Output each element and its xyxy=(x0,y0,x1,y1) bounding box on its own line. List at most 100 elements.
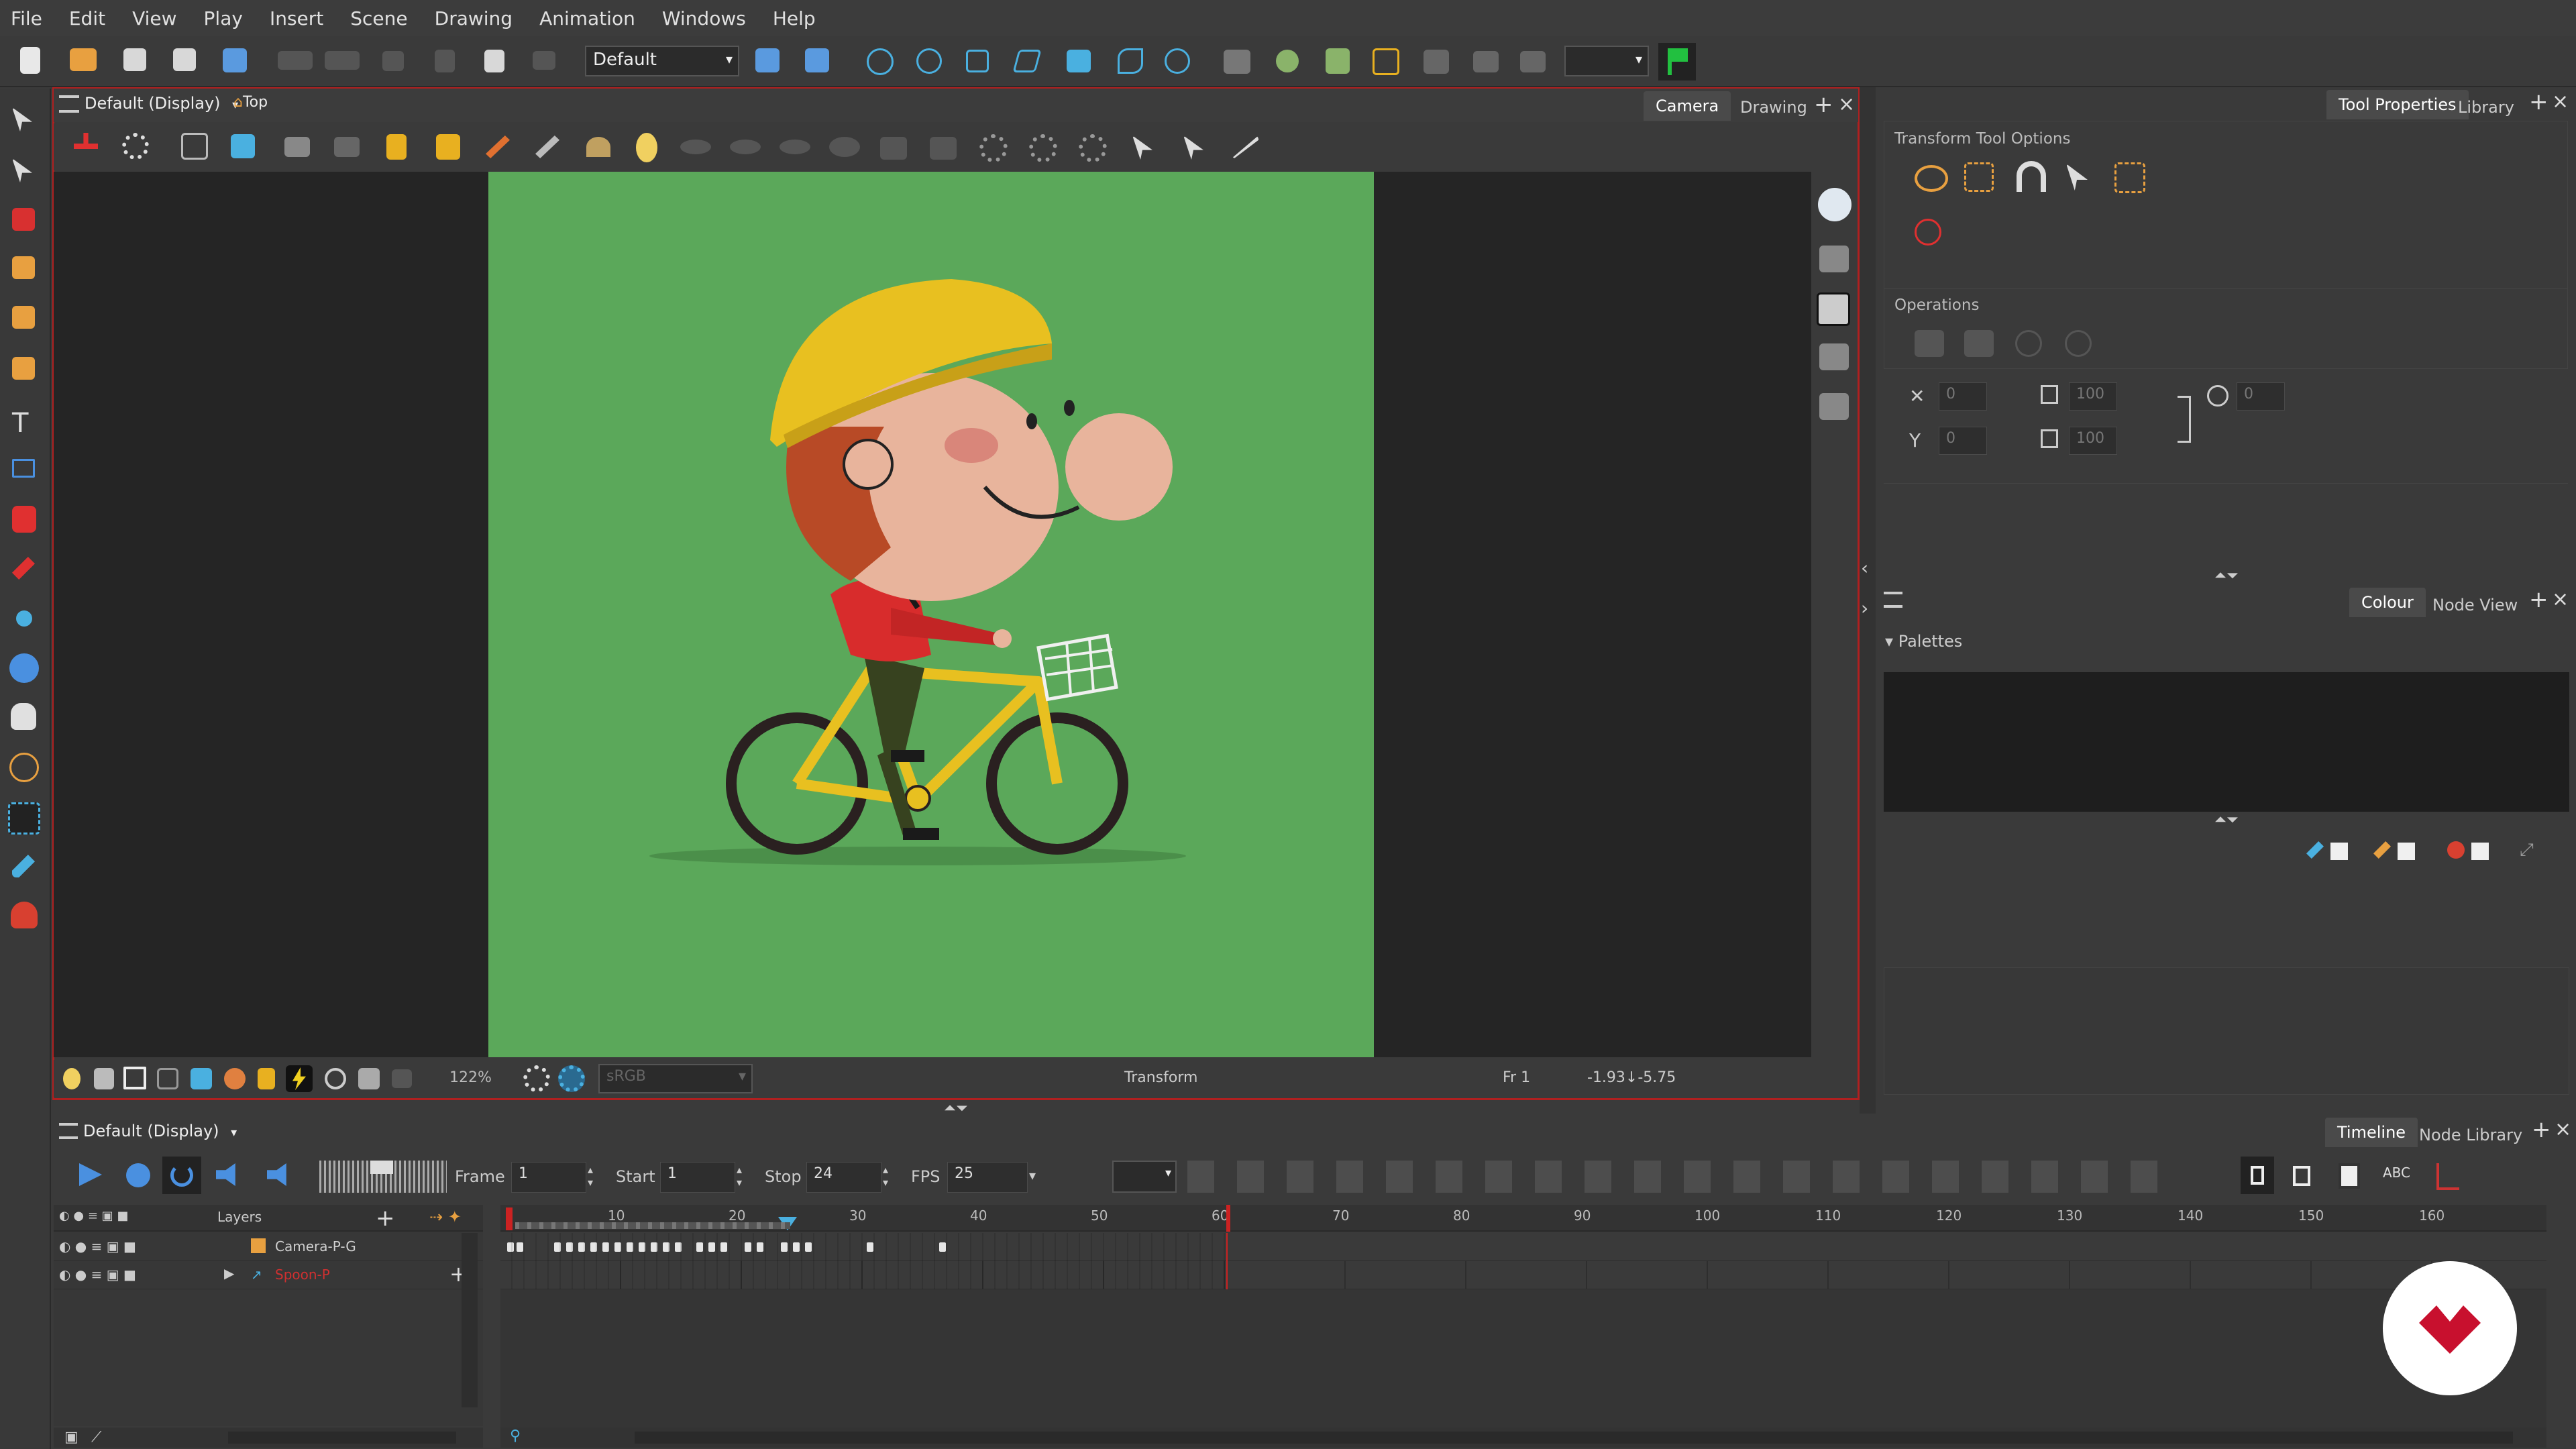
red-key-icon[interactable] xyxy=(2436,1163,2459,1190)
frame-icon[interactable] xyxy=(123,1067,146,1089)
grid-snap-icon[interactable] xyxy=(1473,51,1499,72)
brush-colour-icon[interactable] xyxy=(2373,841,2391,859)
marquee-icon[interactable] xyxy=(1964,162,1994,192)
pencil-tool-icon[interactable] xyxy=(12,256,35,279)
disc-icon-3[interactable] xyxy=(780,140,810,154)
settings-gear-icon[interactable] xyxy=(122,133,149,160)
layers-icon-4[interactable] xyxy=(1819,393,1849,420)
snap-magnet-icon[interactable] xyxy=(2017,161,2046,192)
workspace-select[interactable]: Default ▾ xyxy=(585,46,739,76)
open-folder-icon[interactable] xyxy=(70,48,97,71)
layer-row[interactable]: ◐ ● ≡ ▣ ■ ▶ ↗ Spoon-P + xyxy=(54,1261,483,1289)
pivot-tool-icon[interactable] xyxy=(16,610,32,627)
text-tool-icon[interactable]: T xyxy=(12,408,39,439)
expand-arrow-icon[interactable]: ▶ xyxy=(224,1265,234,1281)
colour-list[interactable] xyxy=(1884,967,2569,1095)
sound-scrub-icon[interactable] xyxy=(267,1163,286,1186)
pencil-colour-icon[interactable] xyxy=(2306,841,2324,859)
ik-icon[interactable] xyxy=(1276,50,1299,72)
constraint-icon[interactable] xyxy=(1326,48,1350,74)
timeline-tracks[interactable] xyxy=(500,1233,2546,1434)
menu-insert[interactable]: Insert xyxy=(270,7,323,30)
timeline-view-select[interactable]: Default (Display) ▾ xyxy=(83,1122,237,1140)
lightning-icon[interactable] xyxy=(286,1065,313,1092)
lock-icon[interactable] xyxy=(386,134,407,160)
cutter-tool-icon[interactable] xyxy=(12,855,35,877)
add-tab-icon[interactable]: + xyxy=(1814,91,1833,118)
close-icon[interactable]: × xyxy=(2555,1118,2571,1141)
layer-row[interactable]: ◐ ● ≡ ▣ ■ Camera-P-G xyxy=(54,1233,483,1261)
sound-icon[interactable] xyxy=(216,1163,235,1186)
stop-field[interactable]: 24 xyxy=(806,1162,881,1193)
layer-scrollbar[interactable] xyxy=(462,1233,478,1407)
brush-tool-icon[interactable] xyxy=(12,208,35,231)
panel-menu-icon[interactable] xyxy=(59,1123,78,1139)
palettes-header[interactable]: ▾ Palettes xyxy=(1885,632,1962,651)
flip-vertical-icon[interactable] xyxy=(1964,330,1994,357)
arrow-icon-1[interactable] xyxy=(1132,136,1152,160)
rectangle-tool-icon[interactable] xyxy=(12,459,35,478)
layer-h-scrollbar[interactable] xyxy=(228,1432,456,1444)
abc-icon[interactable]: ABC xyxy=(2383,1165,2410,1181)
start-field[interactable]: 1 xyxy=(660,1162,735,1193)
render-settings-icon[interactable] xyxy=(523,1065,550,1092)
animate-mode-icon[interactable] xyxy=(74,133,98,149)
select-tool-icon[interactable] xyxy=(12,107,32,131)
eraser-tool-icon[interactable] xyxy=(12,357,35,380)
menu-drawing[interactable]: Drawing xyxy=(435,7,513,30)
light-bulb-icon[interactable] xyxy=(636,133,657,162)
delete-icon[interactable] xyxy=(533,51,555,70)
hierarchy-icon[interactable] xyxy=(880,137,907,160)
add-layer-icon[interactable]: + xyxy=(376,1205,395,1232)
spline-offset-icon[interactable] xyxy=(1118,48,1143,74)
menu-edit[interactable]: Edit xyxy=(69,7,105,30)
line-colour-swatch[interactable] xyxy=(2330,843,2348,860)
menu-scene[interactable]: Scene xyxy=(350,7,407,30)
scale-tool-icon[interactable] xyxy=(966,50,989,72)
safe-frame-icon[interactable] xyxy=(157,1068,178,1089)
import-icon[interactable] xyxy=(223,48,247,72)
colour-space-select[interactable]: sRGB ▾ xyxy=(598,1064,753,1093)
pen-icon[interactable] xyxy=(1232,136,1258,158)
timeline-h-scrollbar[interactable]: ⚲ xyxy=(500,1428,2546,1448)
add-tab-icon[interactable]: + xyxy=(2529,89,2548,115)
palette-list[interactable] xyxy=(1884,672,2569,812)
scene-stage[interactable] xyxy=(488,172,1374,1057)
play-selection-icon[interactable] xyxy=(126,1163,150,1187)
x-field[interactable]: 0 xyxy=(1939,382,1987,411)
new-scene-icon[interactable] xyxy=(20,47,40,74)
pot-tool-icon[interactable] xyxy=(11,902,38,928)
deformation-icon[interactable] xyxy=(1424,50,1449,74)
save-as-icon[interactable] xyxy=(173,48,196,71)
panel-menu-icon[interactable] xyxy=(1884,592,1902,608)
layer-visibility-icon[interactable]: ◐ ● ≡ ▣ ■ xyxy=(59,1267,136,1283)
rotate-ccw-icon[interactable] xyxy=(2015,330,2042,357)
menu-help[interactable]: Help xyxy=(773,7,816,30)
close-icon[interactable]: × xyxy=(2552,90,2569,113)
panel-menu-icon[interactable] xyxy=(59,95,79,113)
preview-icon[interactable] xyxy=(392,1069,412,1088)
workspace-manager-icon[interactable] xyxy=(755,48,780,72)
layers-icon-2[interactable] xyxy=(1817,292,1850,326)
lasso-icon[interactable] xyxy=(1915,165,1948,192)
zoom-level[interactable]: 122% xyxy=(449,1069,492,1086)
slider-handle[interactable] xyxy=(370,1161,393,1174)
key-icon-3[interactable] xyxy=(2339,1163,2360,1189)
scrollbar-track[interactable] xyxy=(635,1432,2513,1444)
horizontal-splitter[interactable]: ⏶⏷ xyxy=(52,1100,1860,1117)
rotate-cw-icon[interactable] xyxy=(2065,330,2092,357)
arrow-icon-2[interactable] xyxy=(1183,136,1203,160)
stamp-tool-icon[interactable] xyxy=(12,306,35,329)
menu-play[interactable]: Play xyxy=(204,7,243,30)
layer-tools-icon[interactable]: ⇢ ✦ xyxy=(429,1208,462,1226)
morphing-icon[interactable] xyxy=(1165,48,1190,74)
ruler-icon[interactable] xyxy=(486,136,510,158)
maintain-size-icon[interactable] xyxy=(1067,50,1091,72)
light-icon[interactable] xyxy=(63,1068,80,1089)
translate-tool-icon[interactable] xyxy=(867,48,894,75)
fill-colour-swatch[interactable] xyxy=(2398,843,2415,860)
render-preview-icon[interactable] xyxy=(558,1065,585,1092)
grid-snap-2-icon[interactable] xyxy=(1520,51,1546,72)
zoom-select[interactable]: ▾ xyxy=(1564,46,1649,76)
chevron-down-icon[interactable]: ▾ xyxy=(1029,1167,1036,1183)
